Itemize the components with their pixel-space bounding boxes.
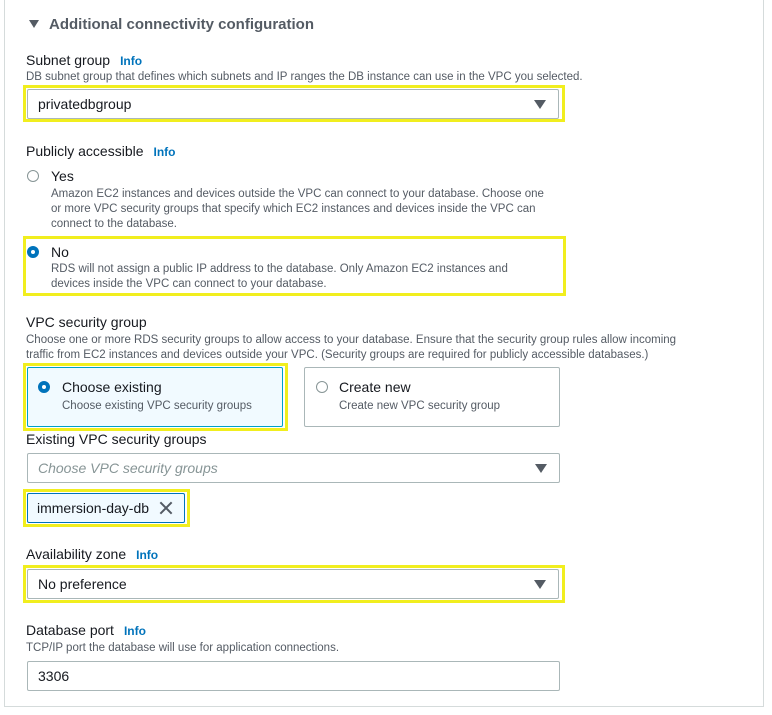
radio-public-yes-label[interactable]: Yes [51,168,74,184]
availability-zone-value: No preference [38,576,127,592]
availability-zone-select[interactable]: No preference [27,569,559,599]
vpc-security-group-description-1: Choose one or more RDS security groups t… [26,334,677,346]
subnet-group-select[interactable]: privatedbgroup [27,89,559,119]
section-title: Additional connectivity configuration [49,15,315,33]
tile-choose-existing-description: Choose existing VPC security groups [62,400,252,412]
availability-zone-info-link[interactable]: Info [136,548,158,562]
radio-choose-existing[interactable] [38,381,50,393]
caret-down-icon [534,580,546,589]
tile-create-new-description: Create new VPC security group [339,400,501,412]
subnet-group-value: privatedbgroup [38,96,132,112]
caret-down-icon [534,100,546,109]
radio-public-yes-description-2: or more VPC security groups that specify… [51,203,536,215]
database-port-input[interactable] [27,661,560,691]
database-port-description: TCP/IP port the database will use for ap… [26,642,340,654]
radio-public-yes-description-1: Amazon EC2 instances and devices outside… [51,188,544,200]
security-group-token: immersion-day-db [27,493,185,523]
tile-create-new[interactable]: Create new Create new VPC security group [304,367,560,427]
subnet-group-description: DB subnet group that defines which subne… [26,71,583,83]
section-header-toggle[interactable]: Additional connectivity configuration [29,14,314,34]
subnet-group-label: Subnet group Info [26,52,143,68]
remove-token-close-icon[interactable] [159,501,173,515]
availability-zone-label: Availability zone Info [26,546,159,562]
radio-public-no[interactable] [27,246,39,258]
existing-groups-label: Existing VPC security groups [26,431,207,447]
existing-groups-select[interactable]: Choose VPC security groups [27,453,560,483]
existing-groups-placeholder: Choose VPC security groups [38,460,218,476]
tile-choose-existing-label: Choose existing [62,379,162,395]
radio-public-no-label[interactable]: No [51,244,69,260]
caret-down-icon [29,20,39,28]
vpc-security-group-label: VPC security group [26,314,147,330]
vpc-security-group-description-2: traffic from EC2 instances and devices o… [26,349,649,361]
caret-down-icon [535,464,547,473]
radio-public-yes[interactable] [27,170,39,182]
radio-public-no-description-1: RDS will not assign a public IP address … [51,263,508,275]
radio-public-yes-description-3: connect to the database. [51,218,177,230]
security-group-token-label: immersion-day-db [37,500,150,516]
publicly-accessible-info-link[interactable]: Info [154,145,176,159]
database-port-info-link[interactable]: Info [124,624,146,638]
radio-create-new[interactable] [316,381,328,393]
database-port-label: Database port Info [26,622,146,638]
radio-public-no-description-2: devices inside the VPC can connect to yo… [51,278,327,290]
tile-create-new-label: Create new [339,379,411,395]
publicly-accessible-label: Publicly accessible Info [26,143,176,159]
tile-choose-existing[interactable]: Choose existing Choose existing VPC secu… [27,367,283,427]
subnet-group-info-link[interactable]: Info [120,54,142,68]
